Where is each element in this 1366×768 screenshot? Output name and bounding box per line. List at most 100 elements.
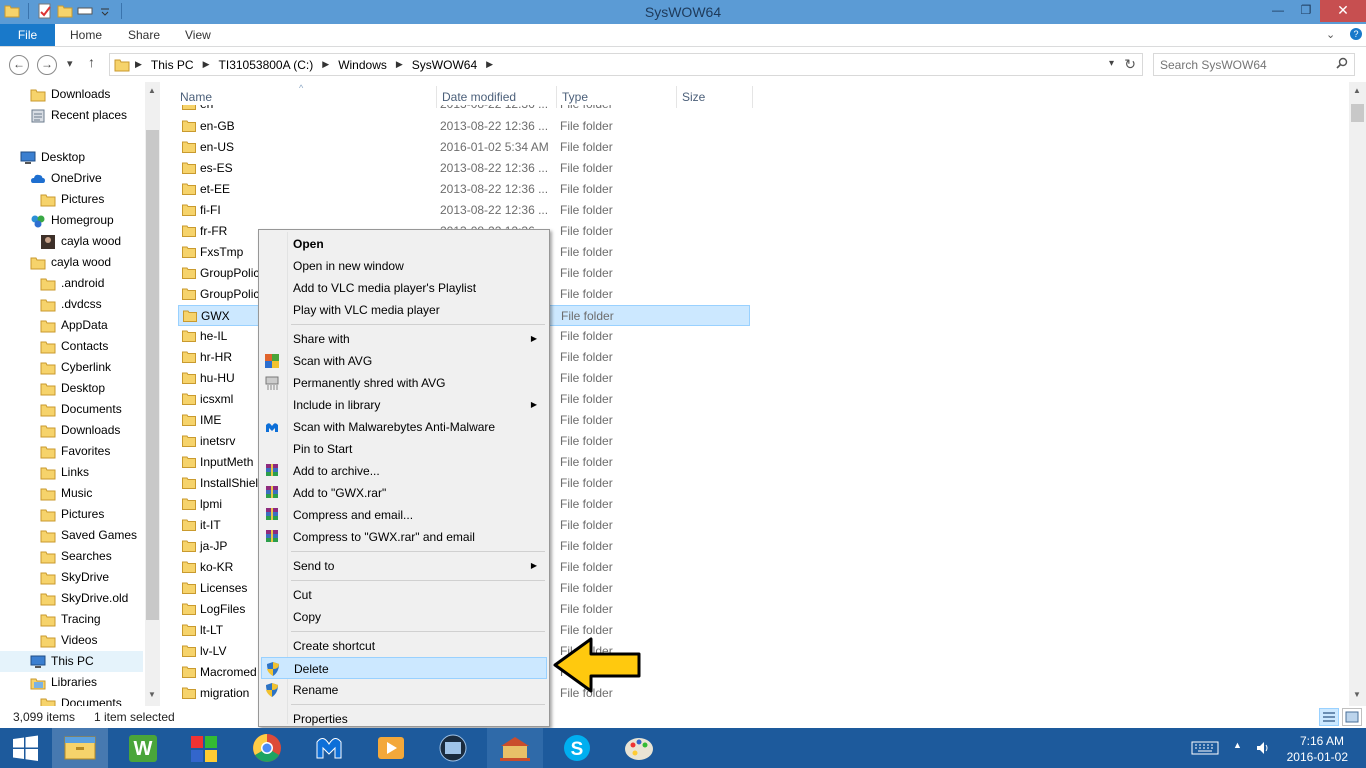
search-box[interactable] <box>1153 53 1355 76</box>
close-button[interactable]: ✕ <box>1320 0 1366 22</box>
clock-time[interactable]: 7:16 AM <box>1284 734 1344 748</box>
menu-item-scan-with-malwarebytes-anti-malware[interactable]: Scan with Malwarebytes Anti-Malware <box>261 416 547 438</box>
nav-item[interactable]: SkyDrive.old <box>0 588 143 609</box>
menu-item-cut[interactable]: Cut <box>261 584 547 606</box>
menu-item-add-to-vlc-media-player-s-playlist[interactable]: Add to VLC media player's Playlist <box>261 277 547 299</box>
breadcrumb-separator[interactable]: ▶ <box>317 59 334 70</box>
taskbar-chrome[interactable] <box>239 728 295 768</box>
breadcrumb-separator[interactable]: ▶ <box>481 59 498 70</box>
menu-item-delete[interactable]: Delete <box>261 657 547 679</box>
up-button[interactable]: ↑ <box>88 54 95 70</box>
taskbar-winrar[interactable] <box>177 728 233 768</box>
breadcrumb-drive[interactable]: TI31053800A (C:) <box>215 58 318 72</box>
nav-item[interactable]: Desktop <box>0 147 143 168</box>
nav-item[interactable]: Saved Games <box>0 525 143 546</box>
nav-item[interactable]: Homegroup <box>0 210 143 231</box>
nav-item[interactable]: This PC <box>0 651 143 672</box>
menu-item-pin-to-start[interactable]: Pin to Start <box>261 438 547 460</box>
nav-item[interactable]: .android <box>0 273 143 294</box>
menu-item-add-to-archive[interactable]: Add to archive... <box>261 460 547 482</box>
nav-item[interactable]: cayla wood <box>0 231 143 252</box>
clock-date[interactable]: 2016-01-02 <box>1284 750 1348 764</box>
taskbar-paint[interactable] <box>611 728 667 768</box>
search-input[interactable] <box>1154 54 1324 75</box>
breadcrumb-separator[interactable]: ▶ <box>391 59 408 70</box>
file-row[interactable]: et-EE 2013-08-22 12:36 ... File folder <box>178 179 750 200</box>
column-header-date[interactable]: Date modified <box>437 86 557 108</box>
taskbar-network-app[interactable] <box>487 728 543 768</box>
nav-item[interactable]: Videos <box>0 630 143 651</box>
nav-item[interactable]: Links <box>0 462 143 483</box>
forward-button[interactable]: → <box>37 55 57 75</box>
tab-view[interactable]: View <box>185 24 211 46</box>
help-icon[interactable]: ? <box>1350 28 1362 40</box>
scroll-up-icon[interactable]: ▲ <box>1353 86 1361 95</box>
nav-item[interactable]: Desktop <box>0 378 143 399</box>
file-row[interactable]: fi-FI 2013-08-22 12:36 ... File folder <box>178 200 750 221</box>
back-button[interactable]: ← <box>9 55 29 75</box>
keyboard-icon[interactable] <box>1191 741 1219 755</box>
search-icon[interactable] <box>1336 57 1348 69</box>
start-button[interactable] <box>0 728 50 768</box>
restore-button[interactable]: ❐ <box>1292 0 1320 22</box>
details-view-button[interactable] <box>1319 708 1339 726</box>
breadcrumb-separator[interactable]: ▶ <box>198 59 215 70</box>
tab-file[interactable]: File <box>0 24 55 46</box>
nav-scrollbar[interactable]: ▲ ▼ <box>145 82 160 706</box>
taskbar-media-player[interactable] <box>363 728 419 768</box>
menu-item-rename[interactable]: Rename <box>261 679 547 701</box>
file-row[interactable]: en-US 2016-01-02 5:34 AM File folder <box>178 137 750 158</box>
scroll-down-icon[interactable]: ▼ <box>1353 690 1361 699</box>
refresh-icon[interactable]: ↻ <box>1124 56 1136 73</box>
nav-item[interactable]: Tracing <box>0 609 143 630</box>
tab-home[interactable]: Home <box>70 24 102 46</box>
nav-item[interactable]: Documents <box>0 693 143 706</box>
file-list-scrollbar[interactable]: ▲ ▼ <box>1349 82 1366 706</box>
menu-item-compress-to-gwx-rar-and-email[interactable]: Compress to "GWX.rar" and email <box>261 526 547 548</box>
breadcrumb-separator[interactable]: ▶ <box>130 59 147 70</box>
address-dropdown-icon[interactable]: ▾ <box>1109 58 1114 69</box>
nav-item[interactable]: Contacts <box>0 336 143 357</box>
scroll-up-icon[interactable]: ▲ <box>148 86 156 95</box>
menu-item-properties[interactable]: Properties <box>261 708 547 730</box>
recent-locations-button[interactable]: ▾ <box>67 57 73 70</box>
taskbar-video-app[interactable] <box>425 728 481 768</box>
menu-item-permanently-shred-with-avg[interactable]: Permanently shred with AVG <box>261 372 547 394</box>
address-bar[interactable]: ▶ This PC ▶ TI31053800A (C:) ▶ Windows ▶… <box>109 53 1143 76</box>
nav-item[interactable]: Music <box>0 483 143 504</box>
breadcrumb-this-pc[interactable]: This PC <box>147 58 198 72</box>
taskbar-wordweb[interactable]: W <box>115 728 171 768</box>
file-row[interactable]: es-ES 2013-08-22 12:36 ... File folder <box>178 158 750 179</box>
nav-item[interactable]: Favorites <box>0 441 143 462</box>
column-header-type[interactable]: Type <box>557 86 677 108</box>
nav-item[interactable]: Pictures <box>0 504 143 525</box>
menu-item-add-to-gwx-rar[interactable]: Add to "GWX.rar" <box>261 482 547 504</box>
menu-item-copy[interactable]: Copy <box>261 606 547 628</box>
large-icons-view-button[interactable] <box>1342 708 1362 726</box>
menu-item-share-with[interactable]: Share with ▶ <box>261 328 547 350</box>
nav-item[interactable]: SkyDrive <box>0 567 143 588</box>
expand-ribbon-icon[interactable]: ⌄ <box>1326 28 1335 41</box>
menu-item-create-shortcut[interactable]: Create shortcut <box>261 635 547 657</box>
taskbar-malwarebytes[interactable] <box>301 728 357 768</box>
taskbar-file-explorer[interactable] <box>52 728 108 768</box>
show-hidden-icons-icon[interactable]: ▲ <box>1233 740 1242 750</box>
menu-item-compress-and-email[interactable]: Compress and email... <box>261 504 547 526</box>
minimize-button[interactable]: — <box>1264 0 1292 22</box>
volume-icon[interactable] <box>1256 740 1270 756</box>
nav-item[interactable]: Downloads <box>0 420 143 441</box>
menu-item-send-to[interactable]: Send to ▶ <box>261 555 547 577</box>
nav-item[interactable]: Pictures <box>0 189 143 210</box>
file-row[interactable]: en-GB 2013-08-22 12:36 ... File folder <box>178 116 750 137</box>
nav-item[interactable]: .dvdcss <box>0 294 143 315</box>
tab-share[interactable]: Share <box>128 24 160 46</box>
menu-item-open[interactable]: Open <box>261 233 547 255</box>
nav-item[interactable]: Cyberlink <box>0 357 143 378</box>
nav-item[interactable]: Libraries <box>0 672 143 693</box>
nav-item[interactable]: Searches <box>0 546 143 567</box>
menu-item-play-with-vlc-media-player[interactable]: Play with VLC media player <box>261 299 547 321</box>
breadcrumb-syswow64[interactable]: SysWOW64 <box>408 58 481 72</box>
breadcrumb-windows[interactable]: Windows <box>334 58 391 72</box>
nav-item[interactable]: Documents <box>0 399 143 420</box>
nav-item[interactable]: cayla wood <box>0 252 143 273</box>
